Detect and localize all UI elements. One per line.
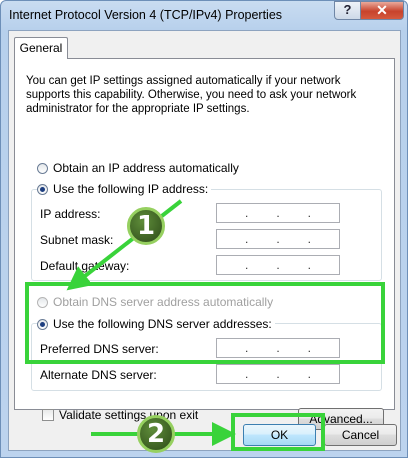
- alternate-dns-label: Alternate DNS server:: [40, 368, 157, 382]
- ip-address-label: IP address:: [40, 207, 101, 221]
- subnet-mask-label: Subnet mask:: [40, 233, 114, 247]
- close-icon: ✕: [376, 2, 388, 18]
- obtain-ip-auto-label: Obtain an IP address automatically: [53, 161, 239, 175]
- title-bar[interactable]: Internet Protocol Version 4 (TCP/IPv4) P…: [1, 1, 407, 29]
- step-2-badge: 2: [137, 415, 175, 453]
- radio-indicator: [37, 162, 48, 174]
- use-following-ip-label: Use the following IP address:: [53, 182, 209, 196]
- default-gateway-label: Default gateway:: [40, 259, 130, 273]
- window-title: Internet Protocol Version 4 (TCP/IPv4) P…: [9, 8, 283, 22]
- alternate-dns-input[interactable]: ...: [216, 364, 340, 384]
- help-button[interactable]: ?: [334, 1, 361, 20]
- description-text: You can get IP settings assigned automat…: [26, 75, 357, 115]
- default-gateway-input[interactable]: ...: [216, 255, 340, 275]
- validate-settings-label: Validate settings upon exit: [59, 408, 199, 422]
- step-1-badge: 1: [127, 207, 165, 245]
- subnet-mask-input[interactable]: ...: [216, 229, 340, 249]
- ok-highlight-box: [231, 413, 325, 451]
- checkbox-box: [42, 409, 54, 421]
- ip-address-input[interactable]: ...: [216, 203, 340, 223]
- cancel-button[interactable]: Cancel: [324, 424, 397, 446]
- obtain-ip-auto-radio[interactable]: Obtain an IP address automatically: [37, 161, 242, 175]
- close-button[interactable]: ✕: [360, 1, 404, 20]
- validate-settings-checkbox[interactable]: Validate settings upon exit: [42, 408, 198, 422]
- dialog-client-area: General You can get IP settings assigned…: [8, 30, 401, 451]
- dialog-window: Internet Protocol Version 4 (TCP/IPv4) P…: [0, 0, 408, 458]
- radio-indicator-selected: [37, 183, 48, 195]
- tab-general[interactable]: General: [14, 37, 68, 59]
- use-following-ip-radio[interactable]: Use the following IP address:: [37, 182, 212, 196]
- dns-highlight-box: [25, 282, 385, 364]
